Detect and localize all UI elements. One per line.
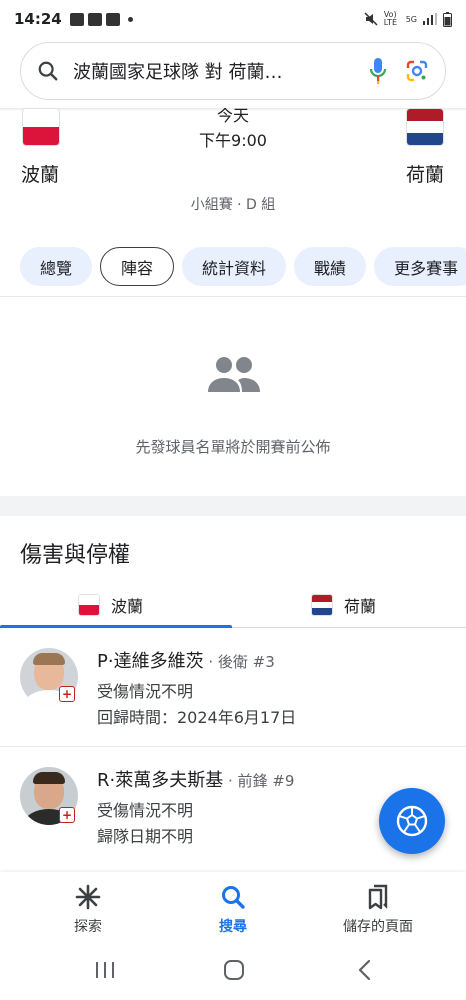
system-navigation xyxy=(0,944,466,1000)
tab-overview[interactable]: 總覽 xyxy=(20,247,93,286)
signal-icon xyxy=(423,13,437,25)
notification-icons xyxy=(69,12,133,26)
tab-poland[interactable]: 波蘭 xyxy=(79,582,143,628)
divider xyxy=(0,296,466,297)
lineup-message: 先發球員名單將於開賽前公佈 xyxy=(135,438,331,456)
soccer-ball-icon xyxy=(396,805,428,837)
player-injury-status: 受傷情況不明 xyxy=(97,801,194,820)
tab-record[interactable]: 戰績 xyxy=(294,247,367,286)
injury-icon: + xyxy=(59,686,75,702)
search-icon xyxy=(222,886,245,909)
system-status-icons: Vo) LTE 5G xyxy=(364,11,452,27)
nav-search[interactable]: 搜尋 xyxy=(173,884,293,936)
bottom-navigation: 探索 搜尋 儲存的頁面 xyxy=(0,872,466,944)
tab-stats[interactable]: 統計資料 xyxy=(182,247,287,286)
match-stage: 小組賽 · D 組 xyxy=(190,197,276,213)
gen-label: 5G xyxy=(405,14,417,24)
injuries-title: 傷害與停權 xyxy=(20,543,131,568)
more-dot-icon xyxy=(127,16,133,22)
battery-icon xyxy=(443,11,452,27)
search-icon xyxy=(38,61,58,81)
player-return-date: 回歸時間：2024年6月17日 xyxy=(97,708,297,727)
asterisk-icon xyxy=(75,884,101,910)
search-bar[interactable]: 波蘭國家足球隊 對 荷蘭… xyxy=(20,42,446,100)
nav-search-label: 搜尋 xyxy=(219,919,247,935)
section-separator xyxy=(0,496,466,516)
injury-team-tabs: 波蘭 荷蘭 xyxy=(0,582,466,628)
player-injury-status: 受傷情況不明 xyxy=(97,682,194,701)
people-icon xyxy=(208,357,260,392)
player-name: P·達維多維茨 · 後衛 #3 xyxy=(97,651,275,672)
nav-saved-label: 儲存的頁面 xyxy=(343,919,413,935)
injury-icon: + xyxy=(59,807,75,823)
tab-netherlands-label: 荷蘭 xyxy=(344,597,377,616)
app-icon xyxy=(87,12,102,26)
mute-icon xyxy=(364,12,378,26)
nav-explore[interactable]: 探索 xyxy=(28,884,148,936)
microphone-icon[interactable] xyxy=(369,57,387,85)
clock: 14:24 xyxy=(14,10,62,28)
match-time: 下午9:00 xyxy=(199,131,267,150)
tab-more-matches[interactable]: 更多賽事 xyxy=(374,247,466,286)
player-row[interactable]: + P·達維多維茨 · 後衛 #3 受傷情況不明 回歸時間：2024年6月17日 xyxy=(0,628,466,746)
network-label: Vo) LTE xyxy=(383,10,397,27)
google-lens-icon[interactable] xyxy=(405,59,429,83)
tab-poland-label: 波蘭 xyxy=(111,597,144,616)
search-query[interactable]: 波蘭國家足球隊 對 荷蘭… xyxy=(73,58,355,84)
home-team-name[interactable]: 波蘭 xyxy=(21,160,59,187)
bookmarks-icon xyxy=(368,884,388,910)
nav-saved[interactable]: 儲存的頁面 xyxy=(318,884,438,936)
recent-apps-icon[interactable] xyxy=(94,960,116,980)
back-icon[interactable] xyxy=(357,959,373,981)
soccer-ball-button[interactable] xyxy=(379,788,445,854)
match-tabs: 總覽 陣容 統計資料 戰績 更多賽事 xyxy=(20,247,466,286)
netherlands-flag-icon xyxy=(312,595,332,615)
image-icon xyxy=(69,12,84,26)
status-bar: 14:24 Vo) LTE 5G xyxy=(0,0,466,38)
away-team-name[interactable]: 荷蘭 xyxy=(406,160,444,187)
poland-flag-icon xyxy=(79,595,99,615)
player-return-date: 歸隊日期不明 xyxy=(97,827,194,846)
tab-lineups[interactable]: 陣容 xyxy=(100,247,175,286)
match-day: 今天 xyxy=(216,108,249,124)
youtube-icon xyxy=(105,12,120,26)
nav-explore-label: 探索 xyxy=(74,919,102,935)
home-icon[interactable] xyxy=(223,959,245,981)
tab-netherlands[interactable]: 荷蘭 xyxy=(312,582,376,628)
player-name: R·萊萬多夫斯基 · 前鋒 #9 xyxy=(97,770,295,791)
